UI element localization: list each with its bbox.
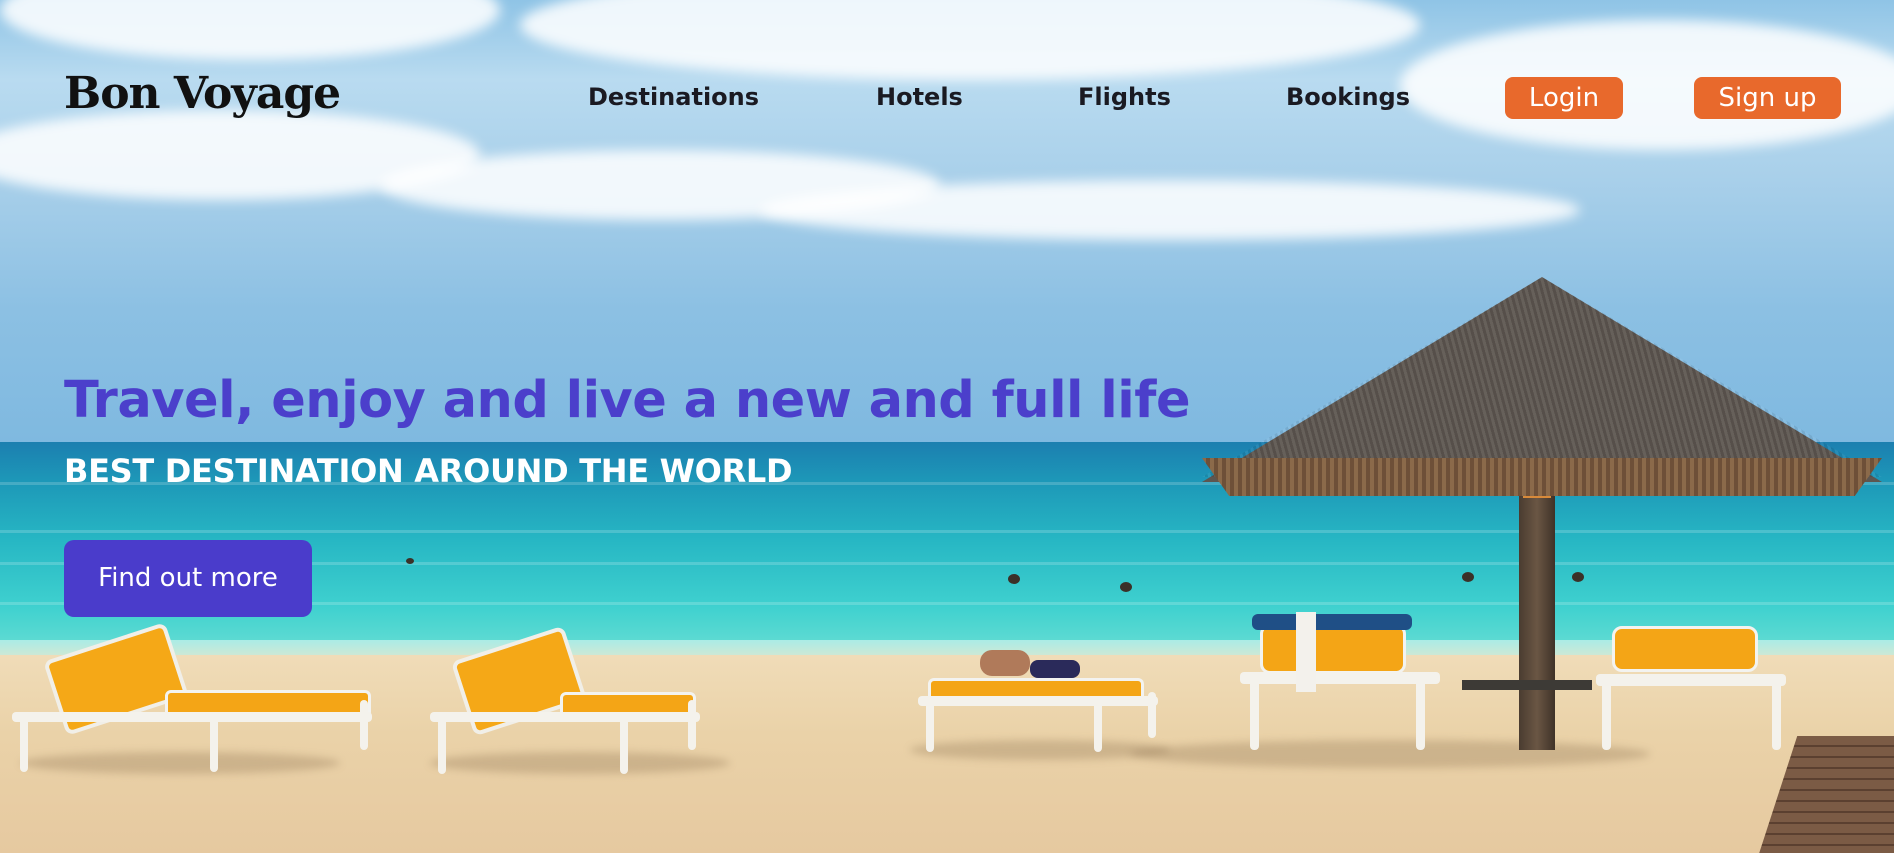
nav-link-flights[interactable]: Flights: [1078, 82, 1171, 112]
site-logo[interactable]: Bon Voyage: [64, 72, 341, 116]
signup-button[interactable]: Sign up: [1694, 77, 1841, 119]
umbrella-pole: [1519, 470, 1555, 750]
find-out-more-button[interactable]: Find out more: [64, 540, 312, 617]
site-header: Bon Voyage Destinations Hotels Flights B…: [0, 0, 1894, 200]
login-button[interactable]: Login: [1505, 77, 1623, 119]
side-table: [1462, 680, 1592, 690]
hero-subtitle: BEST DESTINATION AROUND THE WORLD: [64, 452, 793, 490]
hero-title: Travel, enjoy and live a new and full li…: [64, 371, 1191, 430]
nav-link-destinations[interactable]: Destinations: [588, 82, 759, 112]
nav-link-bookings[interactable]: Bookings: [1286, 82, 1410, 112]
nav-link-hotels[interactable]: Hotels: [876, 82, 963, 112]
